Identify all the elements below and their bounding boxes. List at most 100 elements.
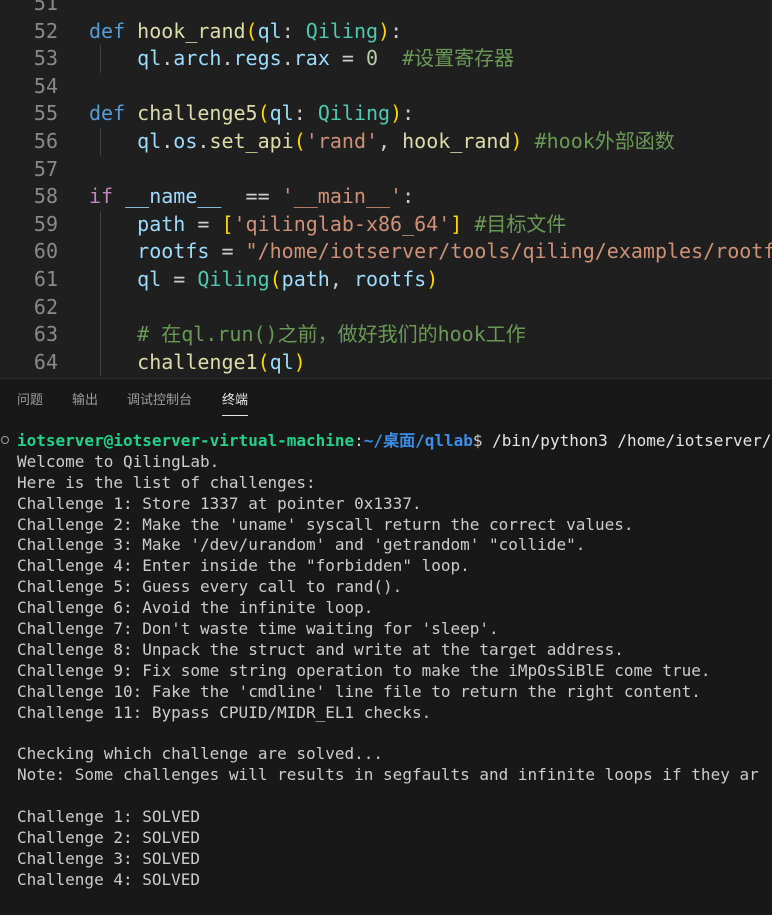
terminal-line: Here is the list of challenges: [17,472,316,492]
code-token: rootfs [89,239,210,264]
code-line[interactable]: 61 ql = Qiling(path, rootfs) [0,265,772,294]
line-number: 56 [33,128,58,153]
terminal-line: Challenge 11: Bypass CPUID/MIDR_EL1 chec… [17,702,432,722]
code-token: def [89,18,126,43]
tab-debug-console[interactable]: 调试控制台 [127,391,192,411]
command-status-circle-icon[interactable] [1,436,9,444]
prompt-user: iotserver@iotserver-virtual-machine [17,431,355,450]
code-token: hook_rand [137,18,246,43]
terminal-line: Challenge 4: SOLVED [17,869,201,889]
code-token: path [89,211,186,236]
code-text: if __name__ == '__main__': [89,183,414,211]
terminal-line: Checking which challenge are solved... [17,744,384,764]
terminal-line: Challenge 2: SOLVED [17,827,201,847]
code-token: rax [293,46,330,71]
code-token: #hook外部函数 [522,128,675,153]
line-number: 55 [33,101,58,126]
code-token: . [161,128,174,153]
terminal-line: Challenge 7: Don't waste time waiting fo… [17,619,499,639]
terminal-line: Challenge 10: Fake the 'cmdline' line fi… [17,681,701,701]
line-number: 64 [33,349,58,374]
code-text: challenge1(ql) [89,349,306,377]
code-token: ) [426,266,439,291]
prompt-symbol: $ [472,431,493,450]
editor-lines: 51 52 def hook_rand(ql: Qiling): 53 ql.arch… [0,0,772,377]
code-token: . [161,46,174,71]
line-number: 59 [33,211,58,236]
tab-output[interactable]: 输出 [72,391,98,411]
indent-guide [100,293,101,322]
prompt-separator: : [354,431,364,450]
code-token: # 在ql.run()之前，做好我们的hook工作 [89,322,526,347]
tab-terminal[interactable]: 终端 [222,391,249,416]
code-token: 0 [365,46,379,71]
line-number: 61 [33,266,58,291]
code-line[interactable]: 62 [0,293,772,322]
code-line[interactable]: 52 def hook_rand(ql: Qiling): [0,18,772,46]
line-number: 52 [33,18,58,43]
terminal-lines: Welcome to QilingLab. Here is the list of… [0,452,772,891]
code-text: def hook_rand(ql: Qiling): [89,18,402,46]
code-token: = [185,211,222,236]
code-token: 'rand' [305,128,379,153]
code-token: Qiling [305,18,379,43]
terminal-line: Challenge 5: Guess every call to rand(). [17,577,403,597]
code-token: ql [269,101,294,126]
tab-problems[interactable]: 问题 [17,391,43,411]
code-token: set_api [209,128,294,153]
line-number: 60 [33,239,58,264]
code-token: #目标文件 [462,211,567,236]
code-line[interactable]: 57 [0,156,772,184]
bottom-panel: 问题 输出 调试控制台 终端 iotserver@iotserver-virtu… [0,378,772,915]
code-line[interactable]: 64 challenge1(ql) [0,348,772,377]
code-token: , [378,128,403,153]
line-number: 51 [33,0,58,15]
code-token: def [89,101,126,126]
code-line[interactable]: 51 [0,0,772,18]
code-token: 'qilinglab-x86_64' [233,211,451,236]
code-token: "/home/iotserver/tools/qiling/examples/r… [245,239,772,264]
code-token: : [281,18,306,43]
terminal-prompt-line: iotserver@iotserver-virtual-machine:~/桌面… [0,431,772,452]
code-token: Qiling [317,101,391,126]
code-token: ( [257,349,270,374]
code-text: def challenge5(ql: Qiling): [89,100,414,128]
code-token: ql [269,349,294,374]
code-line[interactable]: 53 ql.arch.regs.rax = 0 #设置寄存器 [0,45,772,73]
terminal-line: Challenge 3: SOLVED [17,848,201,868]
code-token: path [281,266,330,291]
code-line[interactable]: 60 rootfs = "/home/iotserver/tools/qilin… [0,238,772,266]
code-editor[interactable]: 51 52 def hook_rand(ql: Qiling): 53 ql.arch… [0,0,772,378]
line-number: 57 [33,156,58,181]
code-token: [ [221,211,234,236]
code-token: os [173,128,198,153]
code-line[interactable]: 59 path = ['qilinglab-x86_64'] #目标文件 [0,210,772,239]
line-number: 62 [33,294,58,319]
code-line[interactable]: 63 # 在ql.run()之前，做好我们的hook工作 [0,321,772,349]
code-token: : [390,18,403,43]
code-token: ( [245,18,258,43]
code-token: : [293,101,318,126]
code-line[interactable]: 54 [0,73,772,101]
code-token: ) [378,18,391,43]
code-text: # 在ql.run()之前，做好我们的hook工作 [89,321,526,349]
code-text: rootfs = "/home/iotserver/tools/qiling/e… [89,238,772,266]
code-token: regs [233,46,282,71]
code-line[interactable]: 58 if __name__ == '__main__': [0,183,772,211]
line-number: 63 [33,322,58,347]
terminal-line: Challenge 1: SOLVED [17,807,201,827]
code-token: challenge1 [89,349,258,374]
code-token: Qiling [197,266,270,291]
code-line[interactable]: 55 def challenge5(ql: Qiling): [0,100,772,128]
terminal-output[interactable]: iotserver@iotserver-virtual-machine:~/桌面… [0,431,772,915]
terminal-line: Challenge 4: Enter inside the "forbidden… [17,556,470,576]
code-token: ] [450,211,463,236]
code-token: . [281,46,294,71]
code-token: . [197,128,210,153]
code-token: rootfs [353,266,427,291]
code-token: . [221,46,234,71]
code-line[interactable]: 56 ql.os.set_api('rand', hook_rand) #hoo… [0,127,772,156]
